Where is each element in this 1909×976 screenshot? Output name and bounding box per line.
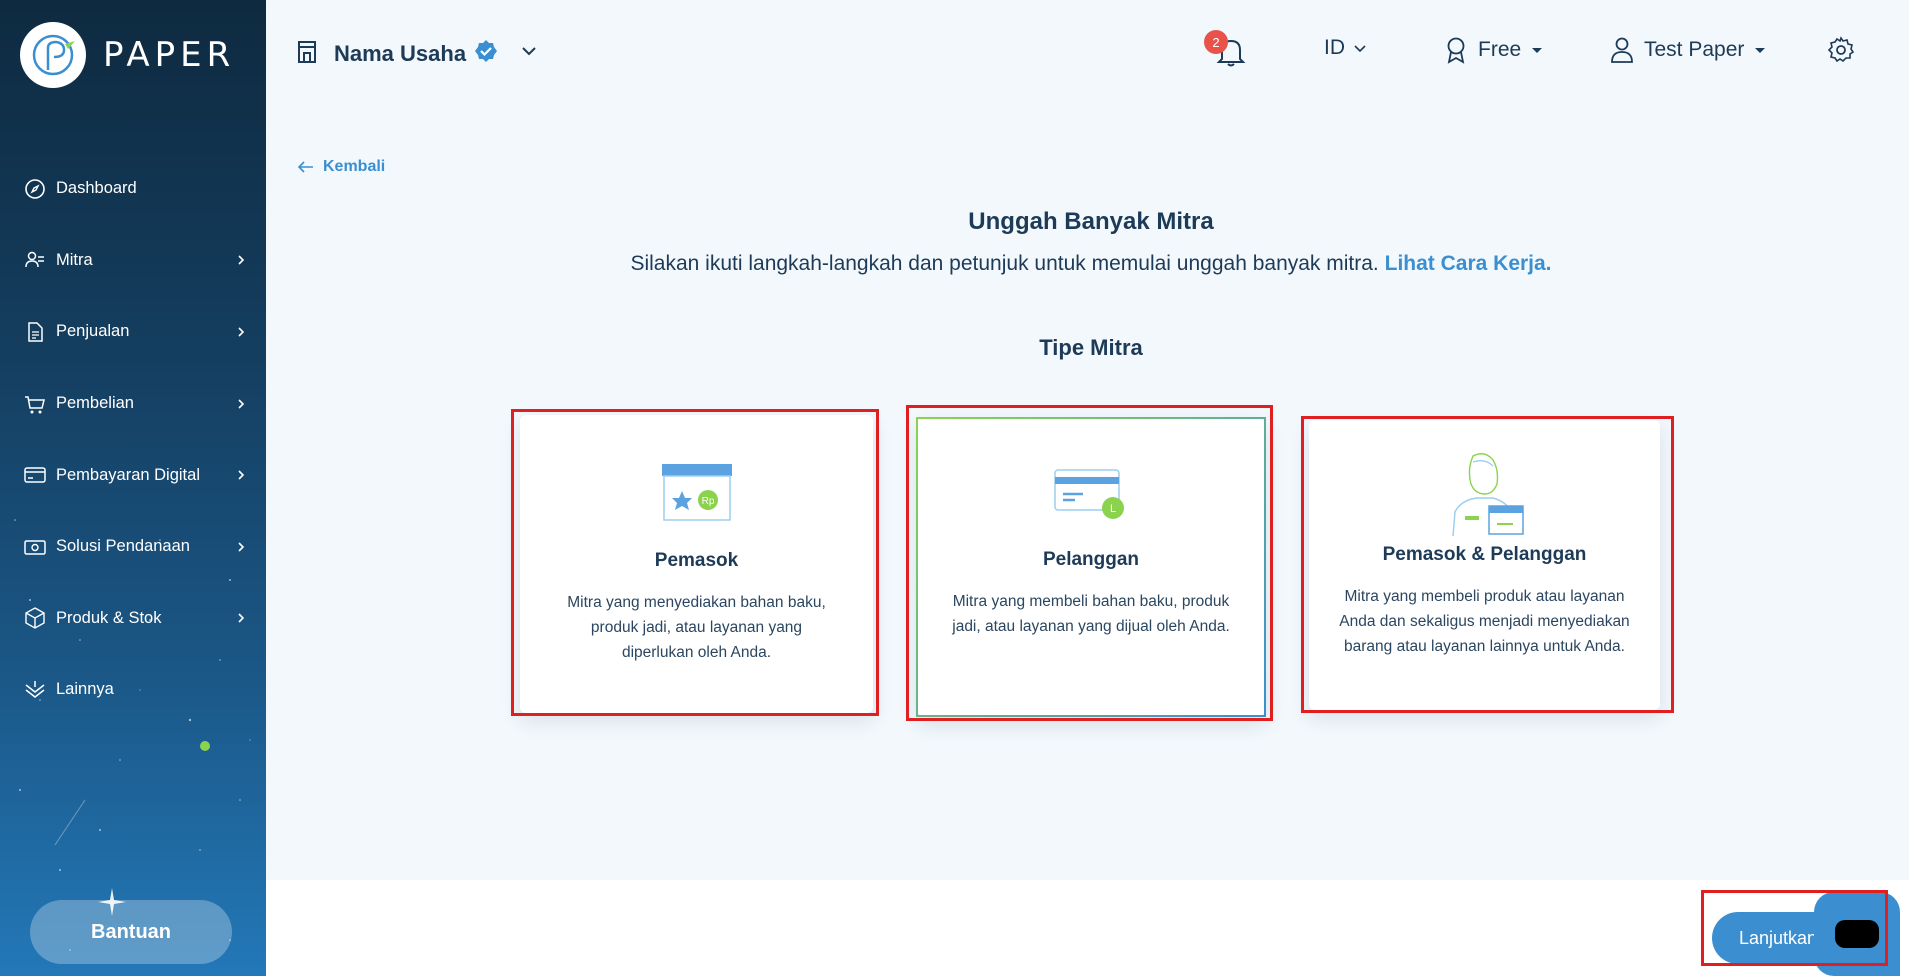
cash-icon (23, 535, 47, 559)
partner-type-card-supplier-customer[interactable]: Pemasok & Pelanggan Mitra yang membeli p… (1309, 420, 1660, 710)
sidebar-item-produk-stok[interactable]: Produk & Stok (0, 583, 266, 655)
chevron-right-icon (238, 470, 245, 480)
sidebar: PAPER Dashboard Mitra Penjualan Pembelia… (0, 0, 266, 976)
back-label: Kembali (323, 158, 386, 175)
chevron-right-icon (238, 613, 245, 623)
app-logo[interactable]: PAPER (20, 22, 235, 88)
chevron-down-icon (1354, 45, 1366, 53)
verified-badge-icon (474, 39, 498, 68)
caret-down-icon (1755, 48, 1766, 53)
logo-text: PAPER (103, 35, 236, 75)
sidebar-nav: Dashboard Mitra Penjualan Pembelian Pemb… (0, 153, 266, 752)
caret-down-icon (1532, 48, 1543, 53)
chat-button[interactable] (1814, 892, 1900, 976)
sidebar-item-label: Pembelian (56, 394, 134, 413)
arrow-left-icon (297, 161, 313, 173)
sidebar-item-label: Pembayaran Digital (56, 465, 200, 484)
chevron-right-icon (238, 327, 245, 337)
page-title: Unggah Banyak Mitra (968, 208, 1214, 235)
partner-type-card-supplier[interactable]: Rp Pemasok Mitra yang menyediakan bahan … (520, 415, 873, 713)
card-icon (23, 463, 47, 487)
notifications-button[interactable]: 2 (1204, 30, 1246, 68)
sidebar-item-label: Mitra (56, 250, 93, 269)
card-description: Mitra yang menyediakan bahan baku, produ… (567, 594, 826, 661)
supplier-store-icon: Rp (520, 462, 873, 524)
back-link[interactable]: Kembali (297, 158, 385, 176)
user-icon (1611, 37, 1633, 63)
supplier-customer-icon (1309, 450, 1660, 538)
sidebar-item-label: Penjualan (56, 322, 130, 341)
sidebar-item-penjualan[interactable]: Penjualan (0, 296, 266, 368)
card-description: Mitra yang membeli bahan baku, produk ja… (952, 593, 1230, 635)
document-icon (23, 320, 47, 344)
cart-icon (23, 392, 47, 416)
award-icon (1447, 37, 1465, 64)
business-name: Nama Usaha (334, 40, 467, 66)
card-description: Mitra yang membeli produk atau layanan A… (1339, 588, 1630, 655)
new-feature-dot (200, 741, 210, 752)
card-title: Pelanggan (1042, 549, 1140, 570)
sidebar-item-solusi-pendanaan[interactable]: Solusi Pendanaan (0, 511, 266, 583)
page-subtitle: Silakan ikuti langkah-langkah dan petunj… (266, 252, 1909, 276)
svg-text:Rp: Rp (701, 496, 714, 507)
chat-bubble-icon (1835, 920, 1879, 948)
partner-type-card-customer[interactable]: L Pelanggan Mitra yang membeli bahan bak… (916, 417, 1266, 717)
sidebar-item-label: Solusi Pendanaan (56, 537, 190, 556)
box-icon (23, 606, 47, 630)
card-title: Pemasok (654, 550, 739, 571)
help-button[interactable]: Bantuan (30, 900, 232, 964)
customer-card-icon: L (918, 464, 1264, 522)
notification-count-badge: 2 (1204, 30, 1228, 54)
logo-mark-icon (20, 22, 86, 88)
user-name: Test Paper (1644, 38, 1745, 61)
sidebar-item-pembayaran-digital[interactable]: Pembayaran Digital (0, 439, 266, 752)
svg-text:L: L (1110, 503, 1116, 515)
plan-label: Free (1478, 38, 1522, 61)
sidebar-item-lainnya[interactable]: Lainnya (0, 654, 266, 726)
sidebar-item-label: Dashboard (56, 179, 137, 198)
sidebar-item-pembelian[interactable]: Pembelian (0, 368, 266, 440)
top-header: Nama Usaha 2 ID Free Test Paper (266, 0, 1909, 108)
language-selector[interactable]: ID (1324, 36, 1367, 60)
section-title: Tipe Mitra (1039, 335, 1143, 360)
chevron-right-icon (238, 542, 245, 552)
subtitle-text: Silakan ikuti langkah-langkah dan petunj… (630, 252, 1379, 275)
how-it-works-link[interactable]: Lihat Cara Kerja. (1385, 252, 1552, 275)
business-switcher[interactable]: Nama Usaha (296, 38, 538, 69)
users-icon (23, 248, 47, 272)
sidebar-item-mitra[interactable]: Mitra (0, 225, 266, 297)
footer-bar (266, 880, 1909, 976)
plan-selector[interactable]: Free (1444, 36, 1543, 64)
sidebar-item-dashboard[interactable]: Dashboard (0, 153, 266, 225)
chevron-right-icon (238, 399, 245, 409)
user-menu[interactable]: Test Paper (1610, 36, 1766, 64)
layers-icon (23, 678, 47, 702)
card-title: Pemasok & Pelanggan (1382, 544, 1587, 565)
language-label: ID (1324, 36, 1345, 59)
sidebar-item-label: Produk & Stok (56, 608, 162, 627)
sidebar-item-label: Lainnya (56, 680, 114, 699)
compass-icon (23, 177, 47, 201)
store-icon (296, 38, 318, 69)
settings-button[interactable] (1827, 36, 1855, 64)
chevron-down-icon (520, 42, 538, 65)
gear-icon (1827, 36, 1855, 63)
chevron-right-icon (238, 255, 245, 265)
